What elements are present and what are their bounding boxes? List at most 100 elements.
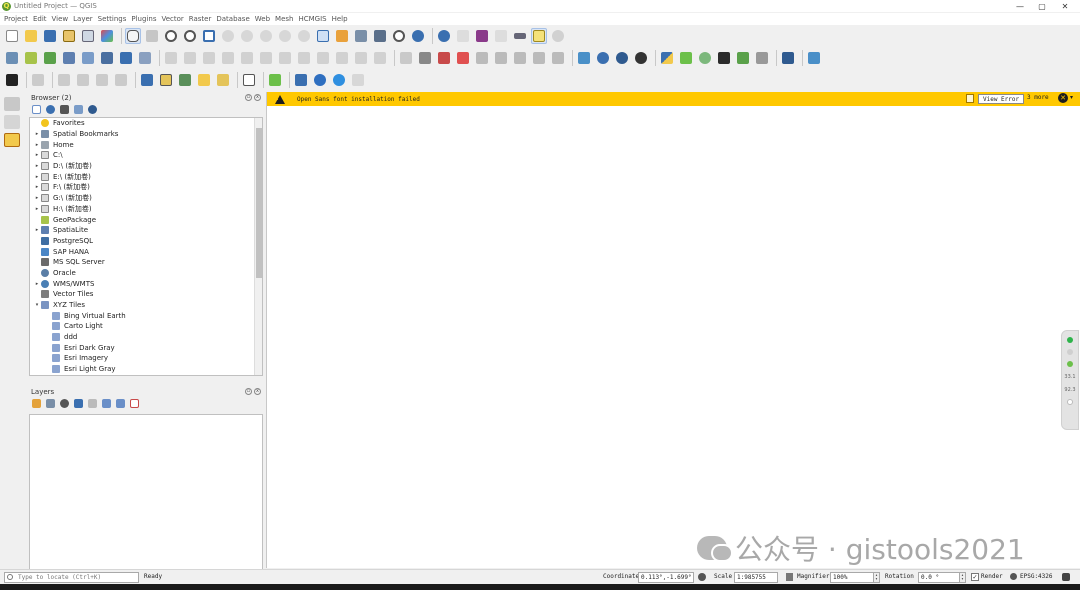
add-raster-layer-button[interactable] xyxy=(118,50,134,66)
rotate-label-button[interactable] xyxy=(493,50,509,66)
menu-vector[interactable]: Vector xyxy=(161,15,183,23)
cut-features-button[interactable] xyxy=(296,50,312,66)
undo-button[interactable] xyxy=(353,50,369,66)
geometry-button[interactable] xyxy=(113,72,129,88)
show-hide-labels-button[interactable] xyxy=(455,50,471,66)
pan-map-button[interactable] xyxy=(125,28,141,44)
browser-item[interactable]: ▸ Home xyxy=(30,139,262,150)
zoom-to-layer-button[interactable] xyxy=(239,28,255,44)
expand-arrow-icon[interactable]: ▸ xyxy=(33,152,41,158)
locator-search-input[interactable]: Type to locate (Ctrl+K) xyxy=(4,572,139,583)
digitize-button[interactable] xyxy=(220,50,236,66)
menu-help[interactable]: Help xyxy=(332,15,348,23)
new-virtual-layer-button[interactable] xyxy=(99,50,115,66)
browser-item[interactable]: ▸ G:\ (新加卷) xyxy=(30,193,262,204)
zoom-next-button[interactable] xyxy=(296,28,312,44)
search-plugin-button[interactable] xyxy=(697,50,713,66)
zoom-in-button[interactable] xyxy=(163,28,179,44)
manage-map-themes-icon[interactable] xyxy=(60,399,69,408)
browser-item[interactable]: Carto Light xyxy=(30,321,262,332)
layers-float-button[interactable]: ▫ xyxy=(245,388,252,395)
globe-tool-button[interactable] xyxy=(614,50,630,66)
snapping-button[interactable] xyxy=(56,72,72,88)
expand-arrow-icon[interactable]: ▸ xyxy=(33,163,41,169)
new-bookmark-button[interactable] xyxy=(353,28,369,44)
menu-layer[interactable]: Layer xyxy=(73,15,93,23)
coordinate-field[interactable]: 0.113°,-1.699° xyxy=(638,572,694,583)
vertical-tool-3[interactable] xyxy=(4,133,20,147)
edits-button[interactable] xyxy=(163,50,179,66)
browser-item[interactable]: Esri Shaded Relief xyxy=(30,375,262,376)
advanced-digitize-button[interactable] xyxy=(30,72,46,88)
browser-item[interactable]: PostgreSQL xyxy=(30,236,262,247)
open-attribute-table-button[interactable] xyxy=(455,28,471,44)
statistical-summary-button[interactable] xyxy=(474,28,490,44)
label-properties-button[interactable] xyxy=(531,50,547,66)
map-canvas[interactable]: ! Open Sans font installation failed Vie… xyxy=(266,92,1080,568)
change-label-button[interactable] xyxy=(512,50,528,66)
diagram-tool-button[interactable] xyxy=(550,50,566,66)
expand-arrow-icon[interactable]: ▸ xyxy=(33,206,41,212)
field-calculator-button[interactable] xyxy=(215,72,231,88)
zoom-full-button[interactable] xyxy=(201,28,217,44)
messages-icon[interactable] xyxy=(1062,573,1070,581)
filter-icon[interactable] xyxy=(60,105,69,114)
map-tips-button[interactable] xyxy=(531,28,547,44)
label-tool-button[interactable] xyxy=(398,50,414,66)
expand-arrow-icon[interactable]: ▸ xyxy=(33,281,41,287)
magnifier-spinner[interactable]: ▴ ▾ xyxy=(873,572,880,583)
select-features-button[interactable] xyxy=(75,72,91,88)
lock-scale-icon[interactable] xyxy=(786,573,793,581)
menu-raster[interactable]: Raster xyxy=(189,15,212,23)
settings-gear-button[interactable] xyxy=(550,28,566,44)
plugin-search-button[interactable] xyxy=(331,72,347,88)
copy-features-button[interactable] xyxy=(315,50,331,66)
vertical-tool-1[interactable] xyxy=(4,97,20,111)
text-annotation-button[interactable] xyxy=(139,72,155,88)
show-bookmarks-button[interactable] xyxy=(372,28,388,44)
add-mesh-layer-button[interactable] xyxy=(137,50,153,66)
modify-attributes-button[interactable] xyxy=(258,50,274,66)
gps-tool-button[interactable] xyxy=(633,50,649,66)
collapse-all-icon[interactable] xyxy=(74,105,83,114)
menu-settings[interactable]: Settings xyxy=(98,15,127,23)
temporal-controller-button[interactable] xyxy=(391,28,407,44)
save-project-button[interactable] xyxy=(42,28,58,44)
menu-hcmgis[interactable]: HCMGIS xyxy=(298,15,326,23)
grid-tool-button[interactable] xyxy=(754,50,770,66)
close-window-button[interactable]: ✕ xyxy=(1050,0,1080,12)
browser-scrollbar[interactable] xyxy=(254,118,262,375)
new-temporary-layer-button[interactable] xyxy=(80,50,96,66)
clipboard-icon[interactable] xyxy=(966,94,974,103)
close-message-icon[interactable]: ✕ xyxy=(1058,93,1068,103)
expand-arrow-icon[interactable]: ▾ xyxy=(33,302,41,308)
menu-web[interactable]: Web xyxy=(255,15,270,23)
redo-button[interactable] xyxy=(372,50,388,66)
expand-arrow-icon[interactable]: ▸ xyxy=(33,174,41,180)
new-3d-view-button[interactable] xyxy=(334,28,350,44)
browser-item[interactable]: ▾ XYZ Tiles xyxy=(30,300,262,311)
style-manager-button[interactable] xyxy=(99,28,115,44)
browser-item[interactable]: ▸ D:\ (新加卷) xyxy=(30,161,262,172)
browser-item[interactable]: SAP HANA xyxy=(30,246,262,257)
pin-labels-button[interactable] xyxy=(417,50,433,66)
toggle-extents-icon[interactable] xyxy=(698,573,706,581)
select-by-area-button[interactable] xyxy=(158,72,174,88)
identify-features-button[interactable] xyxy=(436,28,452,44)
layer-styles-button[interactable] xyxy=(735,50,751,66)
menu-plugins[interactable]: Plugins xyxy=(131,15,156,23)
expand-arrow-icon[interactable]: ▸ xyxy=(33,131,41,137)
browser-item[interactable]: Vector Tiles xyxy=(30,289,262,300)
rotation-field[interactable]: 0.0 ° xyxy=(918,572,960,583)
processing-button[interactable] xyxy=(678,50,694,66)
browser-item[interactable]: Oracle xyxy=(30,268,262,279)
system-monitor-widget[interactable]: 33.1 92.3 xyxy=(1061,330,1079,430)
annotation-text-button[interactable] xyxy=(241,72,257,88)
browser-item[interactable]: ▸ WMS/WMTS xyxy=(30,278,262,289)
filter-expression-icon[interactable] xyxy=(88,399,97,408)
layer-notes-button[interactable] xyxy=(267,72,283,88)
layout-manager-button[interactable] xyxy=(80,28,96,44)
browser-item[interactable]: Esri Imagery xyxy=(30,353,262,364)
expand-arrow-icon[interactable]: ▸ xyxy=(33,142,41,148)
new-map-view-button[interactable] xyxy=(315,28,331,44)
